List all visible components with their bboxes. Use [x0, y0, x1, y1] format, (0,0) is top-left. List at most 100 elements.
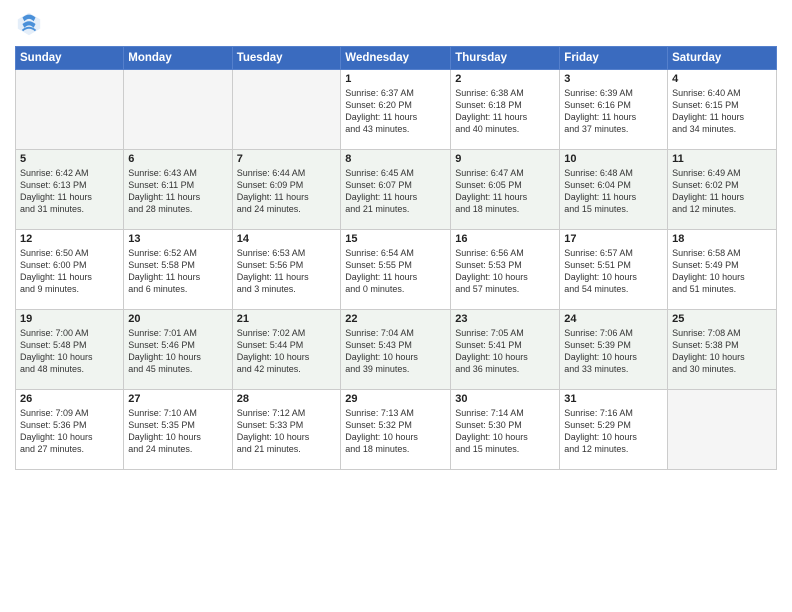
day-number: 20	[128, 313, 227, 325]
calendar-week-row: 1 Sunrise: 6:37 AM Sunset: 6:20 PM Daylig…	[16, 70, 777, 150]
day-info: Sunrise: 7:01 AM Sunset: 5:46 PM Dayligh…	[128, 327, 227, 376]
calendar-cell: 21 Sunrise: 7:02 AM Sunset: 5:44 PM Dayli…	[232, 310, 341, 390]
calendar-cell: 17 Sunrise: 6:57 AM Sunset: 5:51 PM Dayli…	[560, 230, 668, 310]
calendar-cell	[232, 70, 341, 150]
calendar-cell: 25 Sunrise: 7:08 AM Sunset: 5:38 PM Dayli…	[668, 310, 777, 390]
calendar-cell: 5Sunrise: 6:42 AM Sunset: 6:13 PM Daylig…	[16, 150, 124, 230]
day-info: Sunrise: 7:16 AM Sunset: 5:29 PM Dayligh…	[564, 407, 663, 456]
calendar-cell: 29 Sunrise: 7:13 AM Sunset: 5:32 PM Dayli…	[341, 390, 451, 470]
day-number: 31	[564, 393, 663, 405]
day-info: Sunrise: 7:08 AM Sunset: 5:38 PM Dayligh…	[672, 327, 772, 376]
day-info: Sunrise: 6:44 AM Sunset: 6:09 PM Dayligh…	[237, 167, 337, 216]
day-number: 15	[345, 233, 446, 245]
calendar-cell: 3 Sunrise: 6:39 AM Sunset: 6:16 PM Daylig…	[560, 70, 668, 150]
calendar-cell: 14 Sunrise: 6:53 AM Sunset: 5:56 PM Dayli…	[232, 230, 341, 310]
header-sunday: Sunday	[16, 47, 124, 70]
day-info: Sunrise: 7:05 AM Sunset: 5:41 PM Dayligh…	[455, 327, 555, 376]
calendar-week-row: 26 Sunrise: 7:09 AM Sunset: 5:36 PM Dayli…	[16, 390, 777, 470]
day-number: 11	[672, 153, 772, 165]
day-number: 14	[237, 233, 337, 245]
day-info: Sunrise: 6:42 AM Sunset: 6:13 PM Dayligh…	[20, 167, 119, 216]
calendar-cell: 2 Sunrise: 6:38 AM Sunset: 6:18 PM Daylig…	[451, 70, 560, 150]
day-number: 24	[564, 313, 663, 325]
day-info: Sunrise: 6:57 AM Sunset: 5:51 PM Dayligh…	[564, 247, 663, 296]
day-number: 26	[20, 393, 119, 405]
calendar-week-row: 19 Sunrise: 7:00 AM Sunset: 5:48 PM Dayli…	[16, 310, 777, 390]
day-info: Sunrise: 6:48 AM Sunset: 6:04 PM Dayligh…	[564, 167, 663, 216]
day-number: 10	[564, 153, 663, 165]
day-info: Sunrise: 6:40 AM Sunset: 6:15 PM Dayligh…	[672, 87, 772, 136]
day-number: 25	[672, 313, 772, 325]
calendar-cell: 8 Sunrise: 6:45 AM Sunset: 6:07 PM Daylig…	[341, 150, 451, 230]
calendar-cell: 18 Sunrise: 6:58 AM Sunset: 5:49 PM Dayli…	[668, 230, 777, 310]
header-monday: Monday	[124, 47, 232, 70]
day-info: Sunrise: 7:00 AM Sunset: 5:48 PM Dayligh…	[20, 327, 119, 376]
calendar-cell: 10 Sunrise: 6:48 AM Sunset: 6:04 PM Dayli…	[560, 150, 668, 230]
day-number: 22	[345, 313, 446, 325]
day-number: 30	[455, 393, 555, 405]
calendar-cell: 28Sunrise: 7:12 AM Sunset: 5:33 PM Dayli…	[232, 390, 341, 470]
logo-icon	[15, 10, 43, 38]
calendar-cell: 4 Sunrise: 6:40 AM Sunset: 6:15 PM Daylig…	[668, 70, 777, 150]
day-info: Sunrise: 6:39 AM Sunset: 6:16 PM Dayligh…	[564, 87, 663, 136]
day-info: Sunrise: 7:04 AM Sunset: 5:43 PM Dayligh…	[345, 327, 446, 376]
calendar-cell: 15 Sunrise: 6:54 AM Sunset: 5:55 PM Dayli…	[341, 230, 451, 310]
day-info: Sunrise: 6:38 AM Sunset: 6:18 PM Dayligh…	[455, 87, 555, 136]
day-info: Sunrise: 6:58 AM Sunset: 5:49 PM Dayligh…	[672, 247, 772, 296]
day-info: Sunrise: 7:14 AM Sunset: 5:30 PM Dayligh…	[455, 407, 555, 456]
day-number: 23	[455, 313, 555, 325]
calendar-cell: 9Sunrise: 6:47 AM Sunset: 6:05 PM Daylig…	[451, 150, 560, 230]
calendar-cell: 24 Sunrise: 7:06 AM Sunset: 5:39 PM Dayli…	[560, 310, 668, 390]
day-number: 19	[20, 313, 119, 325]
day-number: 3	[564, 73, 663, 85]
day-number: 8	[345, 153, 446, 165]
calendar-cell	[16, 70, 124, 150]
calendar-cell: 26 Sunrise: 7:09 AM Sunset: 5:36 PM Dayli…	[16, 390, 124, 470]
day-number: 16	[455, 233, 555, 245]
day-info: Sunrise: 6:49 AM Sunset: 6:02 PM Dayligh…	[672, 167, 772, 216]
day-info: Sunrise: 6:53 AM Sunset: 5:56 PM Dayligh…	[237, 247, 337, 296]
day-number: 4	[672, 73, 772, 85]
calendar-week-row: 5Sunrise: 6:42 AM Sunset: 6:13 PM Daylig…	[16, 150, 777, 230]
calendar-cell: 7Sunrise: 6:44 AM Sunset: 6:09 PM Daylig…	[232, 150, 341, 230]
day-info: Sunrise: 7:06 AM Sunset: 5:39 PM Dayligh…	[564, 327, 663, 376]
day-number: 6	[128, 153, 227, 165]
calendar-cell: 20 Sunrise: 7:01 AM Sunset: 5:46 PM Dayli…	[124, 310, 232, 390]
calendar-cell: 22 Sunrise: 7:04 AM Sunset: 5:43 PM Dayli…	[341, 310, 451, 390]
day-number: 17	[564, 233, 663, 245]
calendar-cell: 19 Sunrise: 7:00 AM Sunset: 5:48 PM Dayli…	[16, 310, 124, 390]
calendar-cell: 1 Sunrise: 6:37 AM Sunset: 6:20 PM Daylig…	[341, 70, 451, 150]
day-number: 21	[237, 313, 337, 325]
calendar-week-row: 12Sunrise: 6:50 AM Sunset: 6:00 PM Dayli…	[16, 230, 777, 310]
calendar-cell: 13Sunrise: 6:52 AM Sunset: 5:58 PM Dayli…	[124, 230, 232, 310]
header-saturday: Saturday	[668, 47, 777, 70]
page: SundayMondayTuesdayWednesdayThursdayFrid…	[0, 0, 792, 612]
day-info: Sunrise: 6:45 AM Sunset: 6:07 PM Dayligh…	[345, 167, 446, 216]
day-number: 13	[128, 233, 227, 245]
day-number: 29	[345, 393, 446, 405]
header	[15, 10, 777, 38]
day-number: 2	[455, 73, 555, 85]
calendar-table: SundayMondayTuesdayWednesdayThursdayFrid…	[15, 46, 777, 470]
calendar-cell	[668, 390, 777, 470]
header-tuesday: Tuesday	[232, 47, 341, 70]
day-number: 18	[672, 233, 772, 245]
day-info: Sunrise: 7:10 AM Sunset: 5:35 PM Dayligh…	[128, 407, 227, 456]
calendar-cell: 30 Sunrise: 7:14 AM Sunset: 5:30 PM Dayli…	[451, 390, 560, 470]
calendar-cell: 6Sunrise: 6:43 AM Sunset: 6:11 PM Daylig…	[124, 150, 232, 230]
day-info: Sunrise: 7:12 AM Sunset: 5:33 PM Dayligh…	[237, 407, 337, 456]
calendar-cell	[124, 70, 232, 150]
day-number: 12	[20, 233, 119, 245]
day-info: Sunrise: 7:02 AM Sunset: 5:44 PM Dayligh…	[237, 327, 337, 376]
day-info: Sunrise: 7:09 AM Sunset: 5:36 PM Dayligh…	[20, 407, 119, 456]
calendar-cell: 11 Sunrise: 6:49 AM Sunset: 6:02 PM Dayli…	[668, 150, 777, 230]
day-info: Sunrise: 6:54 AM Sunset: 5:55 PM Dayligh…	[345, 247, 446, 296]
day-info: Sunrise: 6:37 AM Sunset: 6:20 PM Dayligh…	[345, 87, 446, 136]
day-info: Sunrise: 6:56 AM Sunset: 5:53 PM Dayligh…	[455, 247, 555, 296]
day-info: Sunrise: 7:13 AM Sunset: 5:32 PM Dayligh…	[345, 407, 446, 456]
day-number: 1	[345, 73, 446, 85]
calendar-header-row: SundayMondayTuesdayWednesdayThursdayFrid…	[16, 47, 777, 70]
calendar-cell: 27Sunrise: 7:10 AM Sunset: 5:35 PM Dayli…	[124, 390, 232, 470]
header-wednesday: Wednesday	[341, 47, 451, 70]
header-thursday: Thursday	[451, 47, 560, 70]
